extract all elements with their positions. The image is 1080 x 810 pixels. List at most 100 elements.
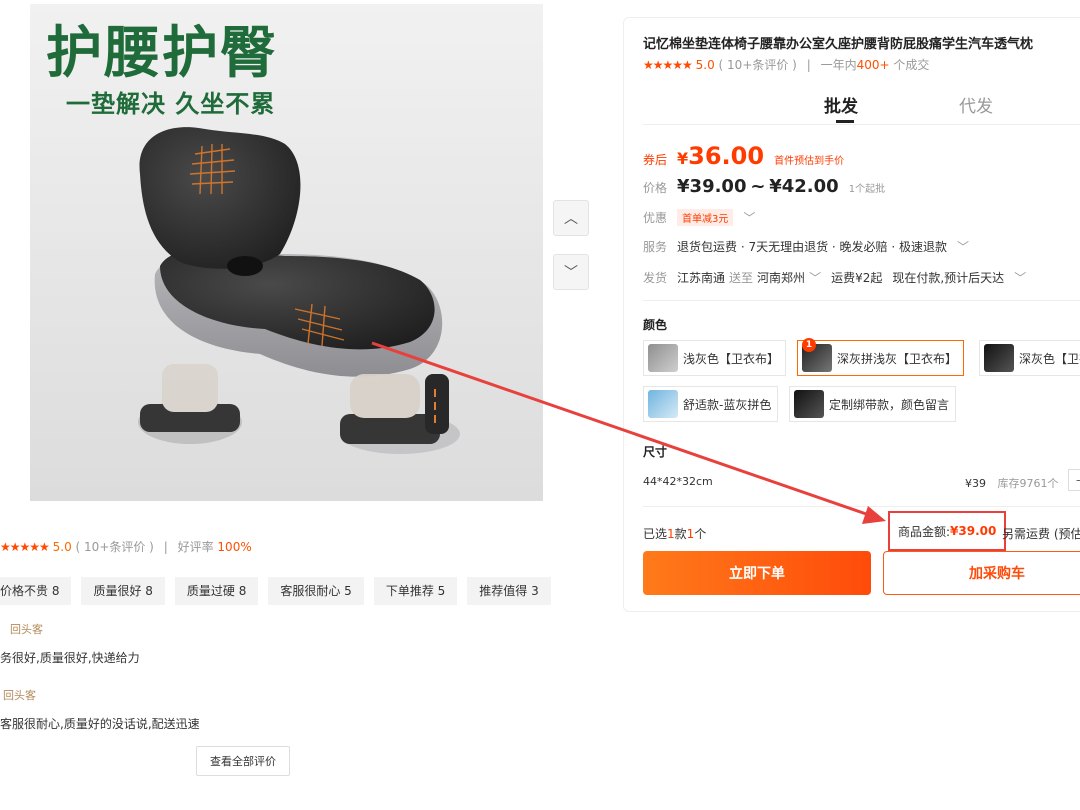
quantity-minus-button[interactable]: − — [1068, 469, 1080, 491]
service-row: 服务 退货包运费 · 7天无理由退货 · 晚发必赔 · 极速退款 ﹀ — [643, 238, 969, 255]
size-stock-info: ¥39 库存9761个 — [965, 475, 1059, 491]
review-count[interactable]: ( 10+条评价 ) — [76, 540, 154, 554]
sku-option-selected[interactable]: 1 深灰拼浅灰【卫衣布】 — [797, 338, 965, 376]
size-label: 尺寸 — [643, 445, 668, 459]
tab-wholesale[interactable]: 批发 — [824, 92, 858, 117]
reviews-summary: ★★★★★ 5.0 ( 10+条评价 ) | 好评率 100% — [0, 538, 252, 555]
reviewer-badge: 回头客 — [10, 623, 43, 636]
good-rate-value: 100% — [217, 540, 252, 554]
buy-now-button[interactable]: 立即下单 — [643, 551, 871, 595]
hero-title: 护腰护臀 — [46, 21, 278, 86]
color-label: 颜色 — [643, 318, 668, 332]
ship-label: 发货 — [643, 271, 668, 285]
sku-label: 舒适款-蓝灰拼色 — [683, 397, 772, 412]
sku-thumbnail — [648, 390, 678, 418]
rating-score: 5.0 — [695, 58, 715, 72]
sold-prefix: 一年内 — [820, 58, 857, 72]
ship-fee: 运费¥2起 — [831, 271, 883, 285]
coupon-label: 券后 — [643, 153, 668, 167]
quantity-badge: 1 — [802, 338, 816, 352]
review-tag[interactable]: 推荐值得 3 — [467, 577, 551, 605]
left-column: 护腰护臀 一垫解决 久坐不累 ︿ ﹀ ★★★★★ 5.0 ( 10+条评价 ) … — [0, 0, 600, 810]
shipping-estimate-note: 另需运费 (预估) — [1002, 527, 1080, 541]
price-tilde: ~ — [750, 176, 766, 197]
sku-label: 深灰拼浅灰【卫衣布】 — [837, 351, 958, 366]
chevron-down-icon[interactable]: ﹀ — [809, 269, 821, 286]
sku-label: 定制绑带款，颜色留言 — [829, 397, 950, 412]
review-tag[interactable]: 质量过硬 8 — [174, 577, 259, 605]
ship-eta: 现在付款,预计后天达 — [892, 271, 1005, 285]
separator: | — [163, 540, 168, 554]
review-item: 回头客 客服很耐心,质量好的没话说,配送迅速 — [0, 687, 200, 732]
sku-label: 深灰色【卫衣布】 — [1019, 351, 1080, 366]
moq: 1个起批 — [848, 184, 886, 195]
price-row: 价格 ¥39.00 ~ ¥42.00 1个起批 — [643, 176, 885, 197]
add-to-cart-button[interactable]: 加采购车 — [883, 551, 1080, 595]
promo-row: 优惠 首单减3元 ﹀ — [643, 209, 755, 226]
size-row: 44*42*32cm ¥39 库存9761个 − — [643, 469, 1080, 491]
coupon-note: 首件预估到手价 — [774, 156, 845, 167]
tab-dropship[interactable]: 代发 — [959, 92, 993, 117]
sku-option[interactable]: 浅灰色【卫衣布】 — [643, 340, 787, 376]
good-rate-label: 好评率 — [177, 540, 214, 554]
promo-label: 优惠 — [643, 211, 668, 225]
product-rating: ★★★★★ 5.0 ( 10+条评价 ) | 一年内400+ 个成交 — [643, 56, 929, 73]
coupon-price: 36.00 — [688, 142, 765, 170]
star-rating-icon: ★★★★★ — [643, 58, 693, 72]
reviewer-badge: 回头客 — [3, 689, 36, 702]
review-score: 5.0 — [52, 540, 72, 554]
size-value: 44*42*32cm — [643, 475, 713, 488]
chevron-down-icon: ﹀ — [564, 265, 578, 281]
star-rating-icon: ★★★★★ — [0, 540, 50, 554]
chevron-down-icon[interactable]: ﹀ — [743, 209, 755, 226]
sku-thumbnail — [648, 344, 678, 372]
selected-kinds: 1 — [667, 527, 675, 541]
mode-tabs: 批发 代发 — [624, 92, 1080, 124]
currency-symbol: ¥ — [677, 149, 689, 168]
sold-count: 400+ — [856, 58, 890, 72]
service-label: 服务 — [643, 240, 668, 254]
coupon-price-row: 券后 ¥36.00 首件预估到手价 — [643, 142, 844, 170]
separator: | — [806, 58, 811, 72]
shipping-row: 发货 江苏南通 送至 河南郑州 ﹀ 运费¥2起 现在付款,预计后天达 ﹀ — [643, 269, 1026, 286]
sku-thumbnail — [794, 390, 824, 418]
rating-count[interactable]: ( 10+条评价 ) — [719, 58, 797, 72]
gallery-prev-button[interactable]: ︿ — [553, 200, 589, 236]
selected-suffix: 个 — [694, 527, 707, 541]
sku-option[interactable]: 深灰色【卫衣布】 — [979, 340, 1080, 376]
product-title: 记忆棉坐垫连体椅子腰靠办公室久座护腰背防屁股痛学生汽车透气枕 — [643, 37, 1034, 52]
review-item: 回头客 务很好,质量很好,快递给力 — [0, 621, 140, 666]
selected-summary: 已选1款1个 — [643, 525, 706, 542]
chevron-down-icon[interactable]: ﹀ — [1014, 269, 1026, 286]
ship-to-select[interactable]: 河南郑州 — [757, 269, 805, 286]
main-product-image[interactable]: 护腰护臀 一垫解决 久坐不累 — [30, 4, 543, 501]
review-tag[interactable]: 质量很好 8 — [81, 577, 165, 605]
gallery-next-button[interactable]: ﹀ — [553, 254, 589, 290]
selected-mid: 款 — [674, 527, 687, 541]
review-tag[interactable]: 客服很耐心 5 — [268, 577, 364, 605]
active-tab-indicator — [836, 120, 854, 123]
divider — [643, 300, 1080, 301]
size-price: ¥39 — [965, 477, 986, 490]
purchase-panel: 记忆棉坐垫连体椅子腰靠办公室久座护腰背防屁股痛学生汽车透气枕 ★★★★★ 5.0… — [623, 17, 1080, 612]
ship-from: 江苏南通 — [677, 271, 726, 285]
review-tags: 价格不贵 8 质量很好 8 质量过硬 8 客服很耐心 5 下单推荐 5 推荐值得… — [0, 577, 551, 605]
review-tag[interactable]: 下单推荐 5 — [373, 577, 458, 605]
product-amount-highlight: 商品金额: ¥39.00 — [888, 511, 1007, 551]
service-items[interactable]: 退货包运费 · 7天无理由退货 · 晚发必赔 · 极速退款 — [677, 238, 947, 255]
divider — [643, 506, 1080, 507]
ship-to-word: 送至 — [729, 271, 754, 285]
chevron-down-icon[interactable]: ﹀ — [957, 238, 969, 255]
chevron-up-icon: ︿ — [564, 211, 578, 227]
sku-option[interactable]: 定制绑带款，颜色留言 — [789, 386, 957, 422]
promo-badge[interactable]: 首单减3元 — [677, 209, 734, 226]
sold-suffix: 个成交 — [893, 58, 930, 72]
sku-label: 浅灰色【卫衣布】 — [683, 351, 780, 366]
review-tag[interactable]: 价格不贵 8 — [0, 577, 72, 605]
sku-option[interactable]: 舒适款-蓝灰拼色 — [643, 386, 779, 422]
amount-value: ¥39.00 — [950, 524, 997, 538]
amount-label: 商品金额: — [898, 524, 951, 539]
see-all-reviews-button[interactable]: 查看全部评价 — [196, 746, 290, 776]
product-page: 护腰护臀 一垫解决 久坐不累 ︿ ﹀ ★★★★★ 5.0 ( 10+条评价 ) … — [0, 0, 1080, 810]
review-text: 客服很耐心,质量好的没话说,配送迅速 — [0, 717, 200, 731]
